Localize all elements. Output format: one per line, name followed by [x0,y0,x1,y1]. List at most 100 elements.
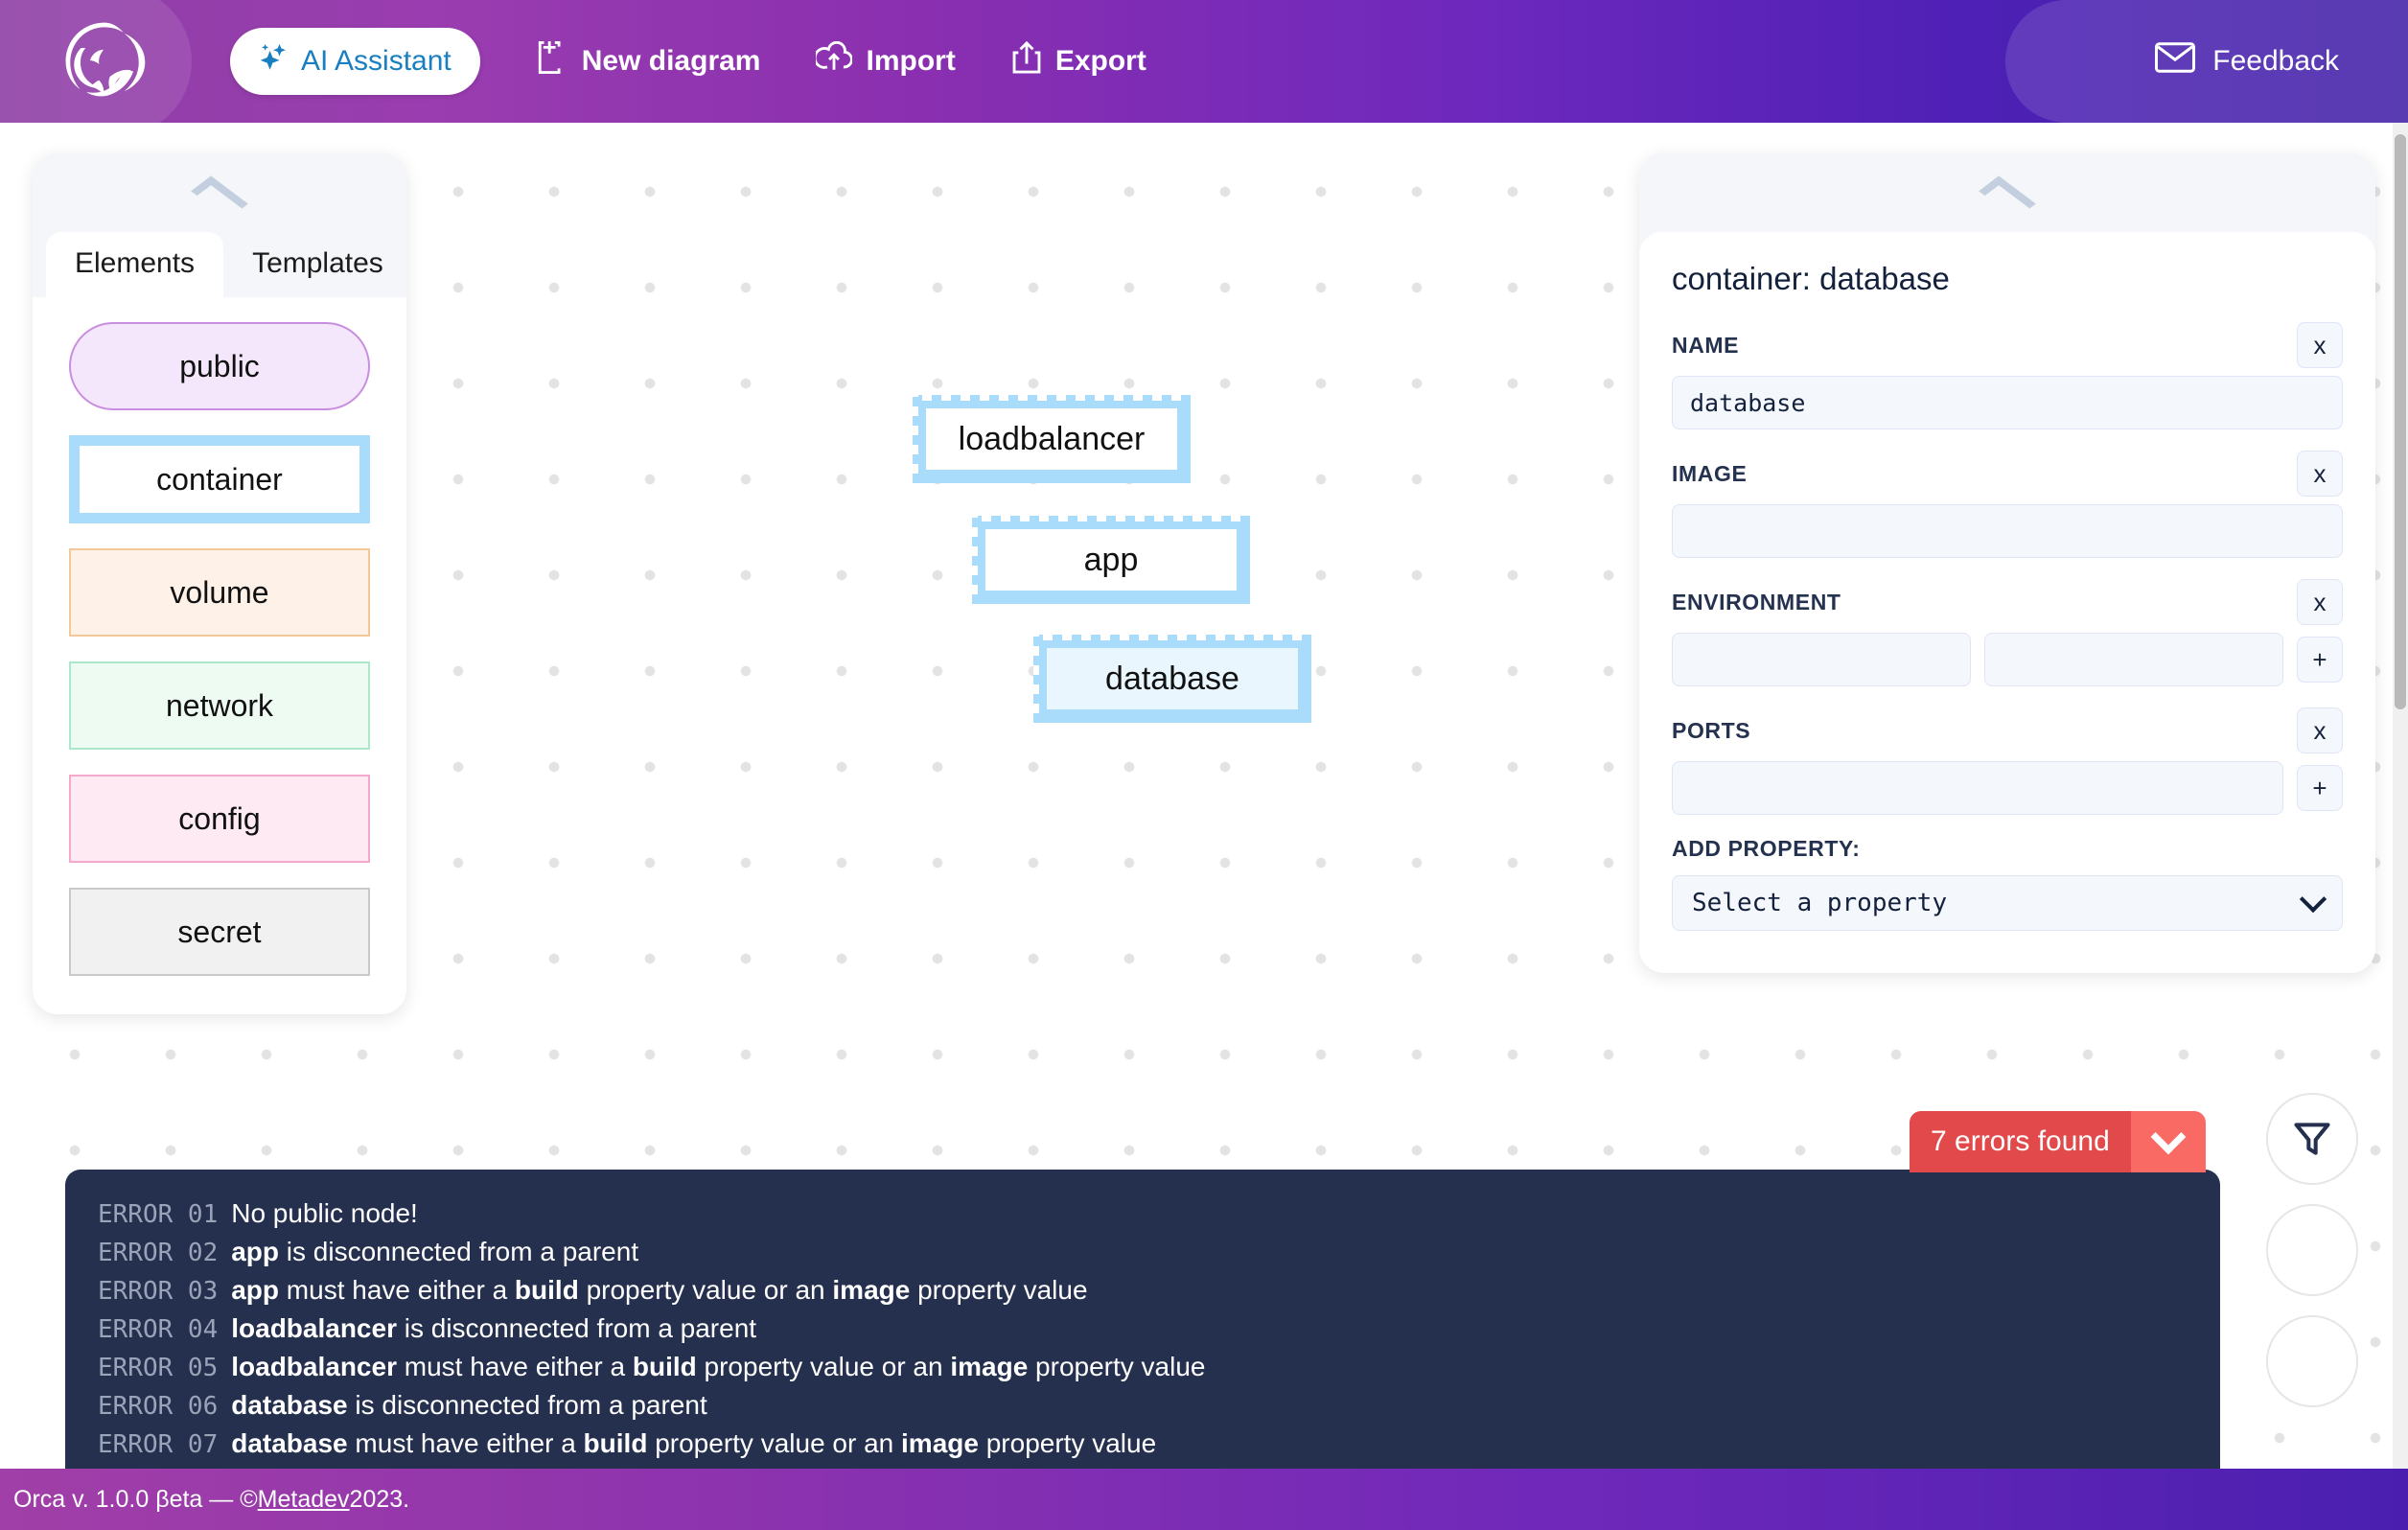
error-line-message: app must have either a build property va… [231,1275,1088,1305]
error-line-tag: ERROR 03 [98,1277,219,1306]
filter-funnel-icon [2294,1123,2330,1155]
left-panel-tabs: Elements Templates [33,232,406,297]
properties-title: container: database [1672,261,1950,296]
chevron-up-icon [191,175,248,220]
property-label-image: IMAGE [1672,460,1748,486]
element-config[interactable]: config [69,775,370,863]
app-root: AI Assistant New diagram Import Export F… [0,0,2408,1530]
canvas-node-loadbalancer[interactable]: loadbalancer [913,395,1191,483]
error-line-tag: ERROR 06 [98,1392,219,1421]
add-environment-button[interactable]: + [2297,637,2343,683]
error-console-toggle[interactable] [2130,1111,2206,1172]
import-button[interactable]: Import [814,40,956,81]
right-panel-collapse-button[interactable] [1639,153,2375,232]
error-count-badge[interactable]: 7 errors found [1910,1111,2206,1172]
error-line-tag: ERROR 04 [98,1315,219,1344]
element-secret[interactable]: secret [69,888,370,976]
header-nav: AI Assistant New diagram Import Export [230,0,1146,123]
properties-panel: container: database NAME x database IMAG… [1639,153,2375,973]
error-line: ERROR 01 No public node! [98,1194,2188,1233]
canvas-node-app[interactable]: app [972,516,1250,604]
error-console: ERROR 01 No public node! ERROR 02 app is di… [65,1170,2220,1469]
add-property-select-value: Select a property [1692,889,1948,917]
zoom-out-button[interactable] [2266,1315,2358,1407]
element-label: container [156,461,283,497]
app-footer: Orca v. 1.0.0 βeta — © Metadev 2023. [0,1469,2408,1530]
zoom-in-button[interactable] [2266,1204,2358,1296]
chevron-up-icon [1979,175,2036,220]
environment-row: + [1672,633,2343,686]
error-line: ERROR 07 database must have either a buil… [98,1425,2188,1463]
orca-logo-icon [65,22,146,97]
remove-image-button[interactable]: x [2297,451,2343,497]
error-line: ERROR 04 loadbalancer is disconnected fro… [98,1310,2188,1348]
left-panel-collapse-button[interactable] [33,153,406,232]
environment-key-input[interactable] [1672,633,1971,686]
canvas-node-database[interactable]: database [1033,635,1311,723]
app-header: AI Assistant New diagram Import Export F… [0,0,2408,136]
canvas-node-label: app [1083,541,1139,578]
properties-body: container: database NAME x database IMAG… [1639,232,2375,973]
remove-name-button[interactable]: x [2297,322,2343,368]
add-property-select[interactable]: Select a property [1672,875,2343,931]
new-document-icon [536,39,568,83]
property-row-image: IMAGE x [1672,451,2343,497]
element-label: secret [177,914,262,949]
chevron-down-icon [2150,1119,2187,1155]
remove-environment-button[interactable]: x [2297,579,2343,625]
error-line-message: loadbalancer must have either a build pr… [231,1352,1206,1381]
ai-assistant-label: AI Assistant [301,45,452,77]
name-input[interactable]: database [1672,376,2343,429]
sparkle-icon [255,41,288,81]
element-container[interactable]: container [69,435,370,523]
elements-list: public container volume network config s… [33,297,406,1014]
error-line-message: database is disconnected from a parent [231,1390,707,1420]
element-label: config [178,800,261,836]
add-ports-button[interactable]: + [2297,765,2343,811]
error-line-tag: ERROR 07 [98,1430,219,1459]
remove-ports-button[interactable]: x [2297,707,2343,753]
new-diagram-label: New diagram [581,45,761,77]
add-property-label: ADD PROPERTY: [1672,836,1861,861]
error-line-message: loadbalancer is disconnected from a pare… [231,1313,757,1343]
orca-logo[interactable] [59,17,150,107]
feedback-button[interactable]: Feedback [2155,0,2339,123]
ports-input[interactable] [1672,761,2283,815]
filter-button[interactable] [2266,1093,2358,1185]
tab-templates[interactable]: Templates [223,232,406,297]
property-row-ports: PORTS x [1672,707,2343,753]
feedback-label: Feedback [2212,45,2339,77]
element-label: network [165,687,274,723]
ports-row: + [1672,761,2343,815]
footer-prefix: Orca v. 1.0.0 βeta — © [13,1485,258,1513]
ai-assistant-button[interactable]: AI Assistant [230,28,480,95]
environment-value-input[interactable] [1984,633,2283,686]
export-arrow-icon [1011,40,1042,82]
elements-panel: Elements Templates public container volu… [33,153,406,1014]
error-count-label: 7 errors found [1910,1111,2131,1172]
error-line: ERROR 05 loadbalancer must have either a … [98,1348,2188,1386]
element-network[interactable]: network [69,661,370,750]
error-line: ERROR 03 app must have either a build pro… [98,1271,2188,1310]
export-button[interactable]: Export [1011,40,1146,82]
error-line: ERROR 06 database is disconnected from a … [98,1386,2188,1425]
canvas-node-label: database [1105,660,1239,697]
new-diagram-button[interactable]: New diagram [536,39,761,83]
page-scrollbar-thumb[interactable] [2395,134,2406,709]
error-line-tag: ERROR 02 [98,1239,219,1267]
image-input[interactable] [1672,504,2343,558]
element-volume[interactable]: volume [69,548,370,637]
error-line-tag: ERROR 05 [98,1354,219,1382]
element-public[interactable]: public [69,322,370,410]
property-row-name: NAME x [1672,322,2343,368]
tab-elements[interactable]: Elements [46,232,224,297]
property-row-environment: ENVIRONMENT x [1672,579,2343,625]
element-label: public [179,348,260,383]
error-line-message: database must have either a build proper… [231,1428,1157,1458]
metadev-link[interactable]: Metadev [258,1486,350,1514]
error-line-message: app is disconnected from a parent [231,1237,639,1266]
element-label: volume [170,574,269,610]
footer-suffix: 2023. [349,1485,410,1513]
canvas-node-label: loadbalancer [958,420,1146,457]
chevron-down-icon [2299,885,2327,914]
